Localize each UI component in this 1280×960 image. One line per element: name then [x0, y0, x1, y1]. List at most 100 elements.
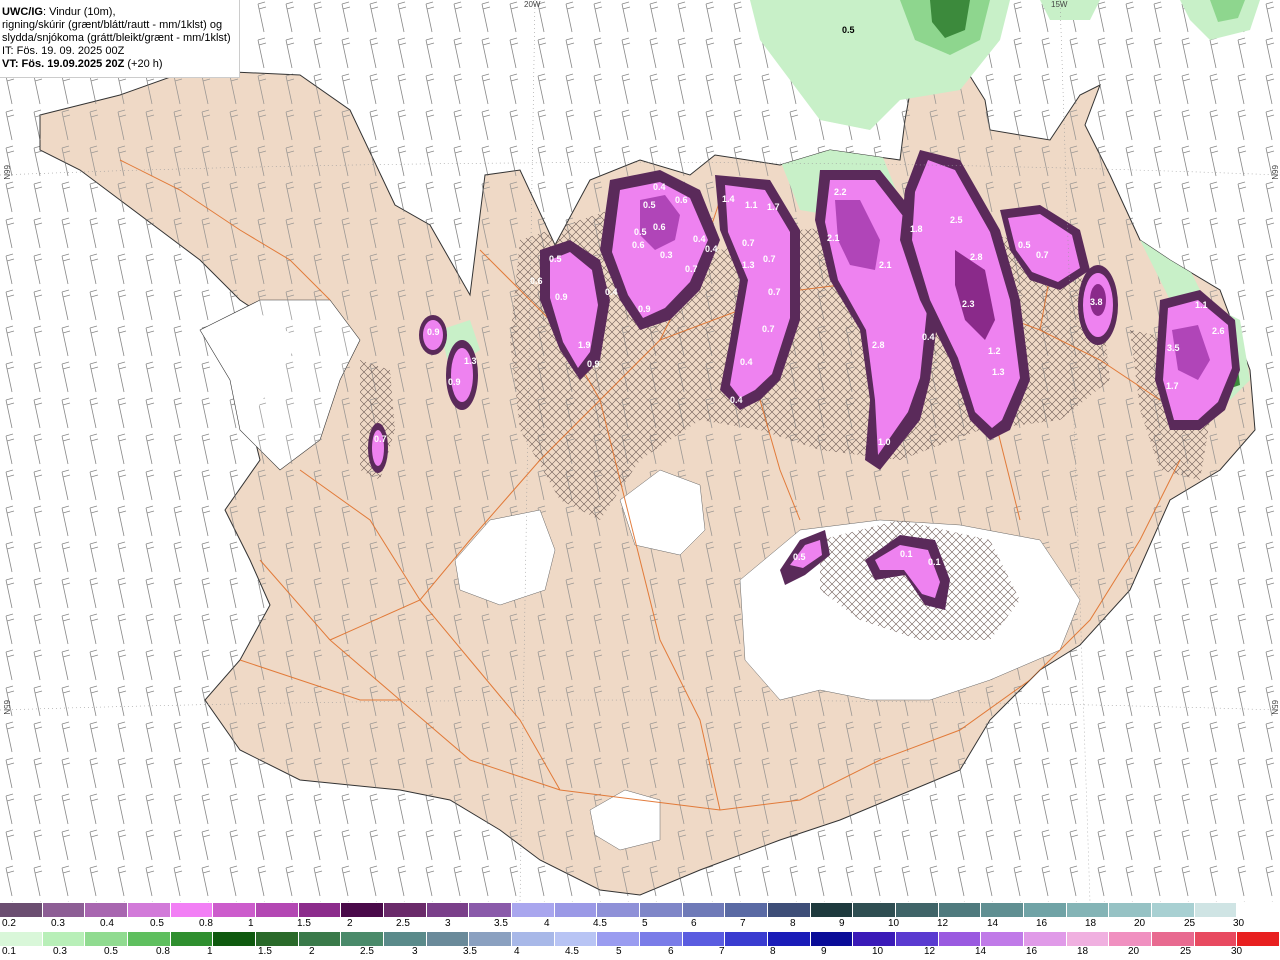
legend-label: 16 — [1026, 946, 1038, 957]
lon-label-15w: 15W — [1051, 0, 1068, 9]
legend-swatch — [554, 932, 598, 946]
precip-value: 1.1 — [1195, 300, 1208, 310]
precip-value: 2.8 — [872, 340, 885, 350]
legend-swatch — [853, 903, 897, 917]
legend-swatch — [725, 932, 769, 946]
map-title-box: UWC/IG: Vindur (10m), rigning/skúrir (gr… — [0, 0, 240, 78]
precip-value: 0.9 — [448, 377, 461, 387]
legend-swatch — [469, 903, 513, 917]
map-canvas: 0.5 0.4 0.5 0.6 0.6 0.6 0.3 1.4 1.1 1.7 … — [0, 0, 1280, 902]
legend-swatch — [170, 903, 214, 917]
precip-value: 0.7 — [374, 434, 387, 444]
precip-value: 0.9 — [587, 359, 600, 369]
lat-label-65n-right: 65N — [1270, 700, 1279, 715]
legend-swatch — [1152, 932, 1195, 946]
legend-swatch — [469, 932, 513, 946]
precip-value: 1.3 — [742, 260, 755, 270]
legend-swatch — [938, 932, 982, 946]
forecast-offset: (+20 h) — [127, 58, 163, 70]
precip-value: 1.4 — [722, 194, 735, 204]
legend-label: 8 — [770, 946, 776, 957]
init-time: IT: Fös. 19. 09. 2025 00Z — [2, 45, 125, 57]
legend-swatch — [298, 903, 342, 917]
snow-legend-bar — [0, 903, 1280, 917]
legend-swatch — [682, 932, 726, 946]
precip-value: 0.6 — [653, 222, 666, 232]
legend-label: 0.3 — [53, 946, 67, 957]
legend-label: 0.8 — [156, 946, 170, 957]
legend-swatch — [725, 903, 769, 917]
legend-label: 14 — [987, 918, 999, 929]
precip-value: 0.4 — [693, 234, 706, 244]
legend-label: 3.5 — [494, 918, 508, 929]
legend-swatch — [0, 932, 43, 946]
legend-label: 7 — [740, 918, 746, 929]
legend-label: 4 — [514, 946, 520, 957]
legend-label: 10 — [888, 918, 900, 929]
precip-value: 0.5 — [1018, 240, 1031, 250]
legend-swatch — [426, 903, 470, 917]
legend-swatch — [1237, 903, 1280, 917]
precip-value: 0.5 — [634, 227, 647, 237]
precip-value: 0.7 — [763, 254, 776, 264]
legend-swatch — [1194, 903, 1238, 917]
legend-swatch — [1024, 903, 1067, 917]
precip-value: 0.3 — [660, 250, 673, 260]
legend-swatch — [1024, 932, 1067, 946]
legend-label: 5 — [642, 918, 648, 929]
legend-label: 7 — [719, 946, 725, 957]
precip-value: 0.1 — [928, 557, 941, 567]
precip-value: 0.7 — [1036, 250, 1049, 260]
precip-value: 0.9 — [638, 304, 651, 314]
legend-swatch — [1109, 903, 1153, 917]
legend-label: 14 — [975, 946, 987, 957]
legend-swatch — [128, 903, 171, 917]
precip-value: 0.9 — [427, 327, 440, 337]
legend-swatch — [213, 903, 257, 917]
legend-swatch — [1109, 932, 1153, 946]
legend-label: 4 — [544, 918, 550, 929]
legend-label: 0.8 — [199, 918, 213, 929]
legend-label: 20 — [1134, 918, 1146, 929]
legend-label: 1.5 — [297, 918, 311, 929]
snow-legend-labels: 0.2 0.3 0.4 0.5 0.8 1 1.5 2 2.5 3 3.5 4 4.5 5 6 7 8 9 10 12… — [0, 918, 1280, 932]
legend-swatch — [170, 932, 214, 946]
legend-label: 0.4 — [100, 918, 114, 929]
legend-swatch — [810, 932, 854, 946]
rain-legend-bar — [0, 932, 1280, 946]
legend-swatch — [42, 903, 86, 917]
legend-swatch — [1152, 903, 1195, 917]
precip-value: 2.3 — [962, 299, 975, 309]
legend-label: 25 — [1180, 946, 1192, 957]
precip-value: 1.0 — [878, 437, 891, 447]
precip-value: 0.5 — [842, 25, 855, 35]
precip-value: 1.9 — [578, 340, 591, 350]
lat-label-66n-left: 66N — [2, 165, 11, 180]
legend-label: 9 — [821, 946, 827, 957]
legend-swatch — [298, 932, 342, 946]
legend-swatch — [768, 932, 811, 946]
legend-label: 4.5 — [565, 946, 579, 957]
legend-swatch — [384, 932, 427, 946]
legend-swatch — [341, 903, 385, 917]
legend-swatch — [640, 903, 683, 917]
legend-label: 1 — [248, 918, 254, 929]
legend-swatch — [1237, 932, 1280, 946]
legend-label: 0.3 — [51, 918, 65, 929]
legend-label: 2.5 — [360, 946, 374, 957]
precip-value: 0.4 — [730, 395, 743, 405]
legend-label: 2 — [309, 946, 315, 957]
precip-value: 3.8 — [1090, 297, 1103, 307]
precip-value: 2.1 — [827, 233, 840, 243]
legend-swatch — [1194, 932, 1238, 946]
legend-label: 3 — [445, 918, 451, 929]
legend-swatch — [85, 903, 129, 917]
legend-swatch — [512, 932, 555, 946]
forecast-map[interactable]: 0.5 0.4 0.5 0.6 0.6 0.6 0.3 1.4 1.1 1.7 … — [0, 0, 1280, 902]
precip-value: 0.5 — [549, 254, 562, 264]
precip-value: 0.4 — [740, 357, 753, 367]
legend-label: 16 — [1036, 918, 1048, 929]
legend-swatch — [597, 903, 641, 917]
legend-label: 6 — [691, 918, 697, 929]
legend-label: 6 — [668, 946, 674, 957]
